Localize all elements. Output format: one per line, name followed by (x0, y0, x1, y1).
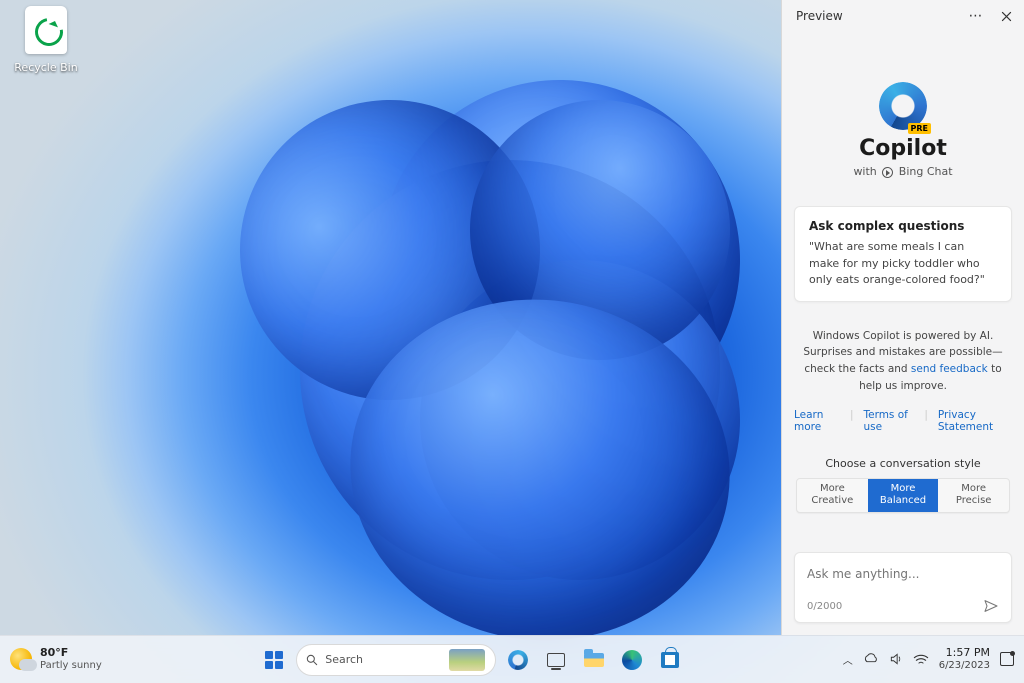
disclosure-text: Windows Copilot is powered by AI. Surpri… (794, 328, 1012, 395)
conversation-style-label: Choose a conversation style (794, 457, 1012, 470)
notifications-button[interactable] (1000, 652, 1014, 666)
wallpaper-bloom (120, 40, 820, 650)
privacy-link[interactable]: Privacy Statement (938, 409, 1012, 433)
microsoft-store-button[interactable] (654, 644, 686, 676)
copilot-brand: PRE Copilot with Bing Chat (794, 82, 1012, 178)
taskbar-center: Search (258, 644, 686, 676)
copilot-subtitle: with Bing Chat (794, 165, 1012, 178)
folder-icon (584, 653, 604, 667)
example-card[interactable]: Ask complex questions "What are some mea… (794, 206, 1012, 302)
edge-icon (622, 650, 642, 670)
tray-overflow-button[interactable]: ︿ (843, 652, 853, 667)
store-icon (661, 652, 679, 668)
taskbar-clock[interactable]: 1:57 PM 6/23/2023 (939, 647, 990, 671)
sidebar-header: Preview ⋯ (782, 0, 1024, 30)
example-card-title: Ask complex questions (809, 219, 997, 233)
style-creative-button[interactable]: MoreCreative (797, 479, 868, 512)
taskbar-search[interactable]: Search (296, 644, 496, 676)
sidebar-header-label: Preview (796, 9, 843, 23)
bing-icon (882, 167, 893, 178)
weather-temp: 80°F (40, 647, 102, 660)
copilot-taskbar-button[interactable] (502, 644, 534, 676)
edge-button[interactable] (616, 644, 648, 676)
clock-time: 1:57 PM (939, 647, 990, 660)
copilot-icon (508, 650, 528, 670)
weather-widget[interactable]: 80°F Partly sunny (10, 647, 102, 671)
network-tray-icon[interactable] (913, 652, 929, 666)
copilot-logo-icon: PRE (879, 82, 927, 130)
chat-input-card: 0/2000 (794, 552, 1012, 623)
clock-date: 6/23/2023 (939, 660, 990, 672)
weather-desc: Partly sunny (40, 660, 102, 672)
send-button[interactable] (983, 598, 999, 614)
onedrive-tray-icon[interactable] (863, 653, 879, 665)
file-explorer-button[interactable] (578, 644, 610, 676)
send-feedback-link[interactable]: send feedback (911, 363, 988, 375)
recycle-bin-icon (25, 6, 67, 54)
learn-more-link[interactable]: Learn more (794, 409, 840, 433)
copilot-sidebar: Preview ⋯ PRE Copilot with Bing Chat Ask… (781, 0, 1024, 635)
recycle-bin-label: Recycle Bin (14, 61, 77, 74)
system-tray: ︿ 1:57 PM 6/23/2023 (843, 647, 1014, 671)
volume-tray-icon[interactable] (889, 652, 903, 666)
char-counter: 0/2000 (807, 601, 842, 612)
weather-icon (10, 648, 32, 670)
start-button[interactable] (258, 644, 290, 676)
recycle-bin[interactable]: Recycle Bin (8, 6, 84, 75)
chat-input[interactable] (807, 567, 999, 581)
footer-links: Learn more | Terms of use | Privacy Stat… (794, 409, 1012, 433)
terms-link[interactable]: Terms of use (863, 409, 914, 433)
search-icon (305, 653, 319, 667)
windows-logo-icon (265, 651, 283, 669)
copilot-title: Copilot (794, 136, 1012, 161)
more-options-button[interactable]: ⋯ (968, 8, 984, 24)
task-view-icon (547, 653, 565, 667)
close-button[interactable] (998, 8, 1014, 24)
example-card-body: "What are some meals I can make for my p… (809, 239, 997, 289)
taskbar: 80°F Partly sunny Search ︿ 1:57 PM 6/23/… (0, 635, 1024, 683)
style-balanced-button[interactable]: MoreBalanced (868, 479, 939, 512)
task-view-button[interactable] (540, 644, 572, 676)
search-highlight-art (449, 649, 485, 671)
search-placeholder: Search (325, 653, 363, 666)
style-precise-button[interactable]: MorePrecise (938, 479, 1009, 512)
conversation-style-segmented: MoreCreative MoreBalanced MorePrecise (796, 478, 1010, 513)
pre-badge: PRE (908, 123, 932, 134)
